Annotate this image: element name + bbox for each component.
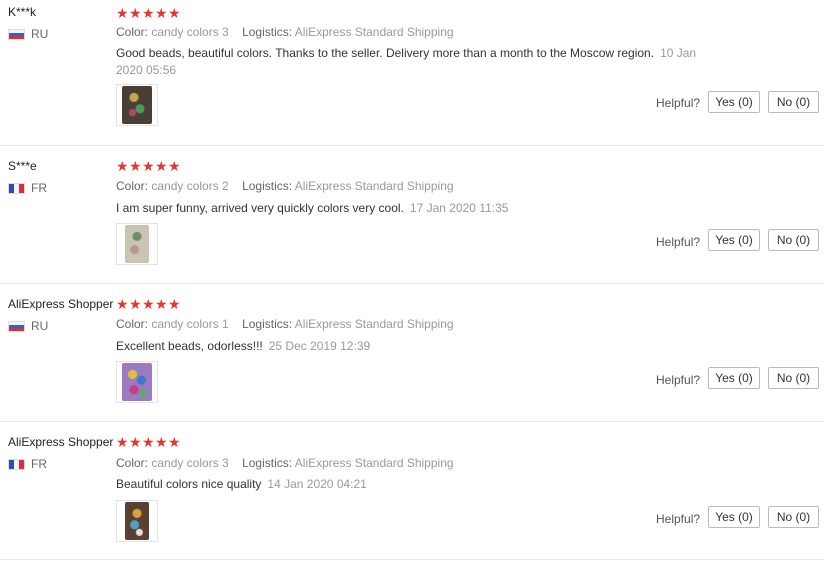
star-icon: ★ — [116, 434, 129, 450]
review-meta: Color: candy colors 1 Logistics: AliExpr… — [116, 317, 454, 331]
color-label: Color: — [116, 25, 149, 39]
country-code: FR — [31, 181, 47, 195]
star-icon: ★ — [129, 5, 142, 21]
color-value: candy colors 3 — [151, 456, 229, 470]
review-divider — [0, 421, 824, 422]
review-text: Good beads, beautiful colors. Thanks to … — [116, 45, 726, 79]
review-date: 14 Jan 2020 04:21 — [267, 477, 367, 491]
helpful-yes-button[interactable]: Yes (0) — [708, 367, 760, 389]
review-photo[interactable] — [116, 500, 158, 542]
reviewer-country: FR — [8, 181, 47, 195]
star-icon: ★ — [155, 158, 168, 174]
review-meta: Color: candy colors 3 Logistics: AliExpr… — [116, 456, 454, 470]
star-icon: ★ — [142, 158, 155, 174]
logistics-label: Logistics: — [242, 456, 293, 470]
reviewer-country: RU — [8, 27, 48, 41]
review-body: Good beads, beautiful colors. Thanks to … — [116, 46, 655, 60]
color-label: Color: — [116, 179, 149, 193]
france-flag-icon — [8, 458, 25, 470]
reviewer-name: AliExpress Shopper — [8, 297, 114, 311]
star-rating: ★ ★ ★ ★ ★ — [116, 5, 181, 21]
russia-flag-icon — [8, 320, 25, 332]
review-meta: Color: candy colors 3 Logistics: AliExpr… — [116, 25, 454, 39]
logistics-label: Logistics: — [242, 317, 293, 331]
reviewer-name: S***e — [8, 159, 37, 173]
helpful-no-button[interactable]: No (0) — [768, 367, 819, 389]
logistics-value: AliExpress Standard Shipping — [294, 25, 454, 39]
review-photo[interactable] — [116, 84, 158, 126]
review-body: Excellent beads, odorless!!! — [116, 339, 263, 353]
helpful-yes-button[interactable]: Yes (0) — [708, 506, 760, 528]
beads-photo — [125, 225, 149, 263]
review-divider — [0, 283, 824, 284]
reviewer-name: K***k — [8, 5, 37, 19]
country-code: FR — [31, 457, 47, 471]
star-icon: ★ — [168, 5, 181, 21]
review-date: 17 Jan 2020 11:35 — [409, 201, 509, 215]
color-label: Color: — [116, 456, 149, 470]
beads-photo — [122, 86, 152, 124]
helpful-no-button[interactable]: No (0) — [768, 91, 819, 113]
helpful-no-button[interactable]: No (0) — [768, 229, 819, 251]
star-icon: ★ — [129, 158, 142, 174]
france-flag-icon — [8, 182, 25, 194]
helpful-no-button[interactable]: No (0) — [768, 506, 819, 528]
star-rating: ★ ★ ★ ★ ★ — [116, 296, 181, 312]
review-text: I am super funny, arrived very quickly c… — [116, 200, 726, 217]
country-code: RU — [31, 319, 49, 333]
star-icon: ★ — [168, 158, 181, 174]
review-body: I am super funny, arrived very quickly c… — [116, 201, 404, 215]
review-divider — [0, 145, 824, 146]
star-icon: ★ — [129, 434, 142, 450]
star-icon: ★ — [155, 296, 168, 312]
logistics-label: Logistics: — [242, 179, 293, 193]
helpful-label: Helpful? — [656, 96, 701, 110]
star-icon: ★ — [116, 5, 129, 21]
star-icon: ★ — [142, 5, 155, 21]
star-icon: ★ — [116, 158, 129, 174]
review-photo[interactable] — [116, 361, 158, 403]
color-label: Color: — [116, 317, 149, 331]
star-rating: ★ ★ ★ ★ ★ — [116, 434, 181, 450]
logistics-label: Logistics: — [242, 25, 293, 39]
reviewer-country: RU — [8, 319, 48, 333]
color-value: candy colors 2 — [151, 179, 229, 193]
russia-flag-icon — [8, 28, 25, 40]
review-meta: Color: candy colors 2 Logistics: AliExpr… — [116, 179, 454, 193]
star-rating: ★ ★ ★ ★ ★ — [116, 158, 181, 174]
helpful-label: Helpful? — [656, 512, 701, 526]
helpful-yes-button[interactable]: Yes (0) — [708, 91, 760, 113]
review-divider — [0, 559, 824, 560]
star-icon: ★ — [142, 434, 155, 450]
review-text: Excellent beads, odorless!!! 25 Dec 2019 … — [116, 338, 726, 355]
logistics-value: AliExpress Standard Shipping — [294, 179, 454, 193]
beads-photo — [122, 363, 152, 401]
logistics-value: AliExpress Standard Shipping — [294, 317, 454, 331]
star-icon: ★ — [155, 5, 168, 21]
star-icon: ★ — [116, 296, 129, 312]
review-date: 25 Dec 2019 12:39 — [268, 339, 371, 353]
country-code: RU — [31, 27, 49, 41]
helpful-label: Helpful? — [656, 235, 701, 249]
logistics-value: AliExpress Standard Shipping — [294, 456, 454, 470]
star-icon: ★ — [129, 296, 142, 312]
helpful-yes-button[interactable]: Yes (0) — [708, 229, 760, 251]
star-icon: ★ — [168, 296, 181, 312]
review-photo[interactable] — [116, 223, 158, 265]
color-value: candy colors 1 — [151, 317, 229, 331]
review-body: Beautiful colors nice quality — [116, 477, 262, 491]
reviewer-name: AliExpress Shopper — [8, 435, 114, 449]
color-value: candy colors 3 — [151, 25, 229, 39]
review-text: Beautiful colors nice quality 14 Jan 2020… — [116, 476, 726, 493]
beads-photo — [125, 502, 149, 540]
helpful-label: Helpful? — [656, 373, 701, 387]
reviewer-country: FR — [8, 457, 47, 471]
star-icon: ★ — [142, 296, 155, 312]
star-icon: ★ — [168, 434, 181, 450]
star-icon: ★ — [155, 434, 168, 450]
